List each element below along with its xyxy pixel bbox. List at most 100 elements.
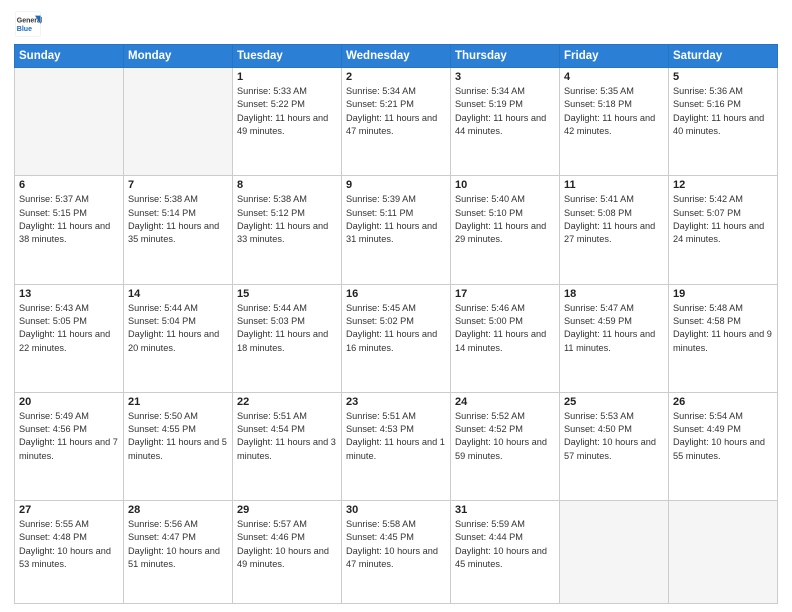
day-info: Sunrise: 5:39 AMSunset: 5:11 PMDaylight:… — [346, 193, 446, 246]
day-number: 27 — [19, 504, 119, 516]
day-info: Sunrise: 5:51 AMSunset: 4:53 PMDaylight:… — [346, 410, 446, 463]
day-number: 21 — [128, 396, 228, 408]
weekday-header-tuesday: Tuesday — [233, 45, 342, 68]
day-number: 22 — [237, 396, 337, 408]
day-info: Sunrise: 5:54 AMSunset: 4:49 PMDaylight:… — [673, 410, 773, 463]
day-info: Sunrise: 5:44 AMSunset: 5:04 PMDaylight:… — [128, 302, 228, 355]
day-number: 31 — [455, 504, 555, 516]
day-number: 19 — [673, 288, 773, 300]
week-row-1: 1 Sunrise: 5:33 AMSunset: 5:22 PMDaylight… — [15, 68, 778, 176]
day-info: Sunrise: 5:49 AMSunset: 4:56 PMDaylight:… — [19, 410, 119, 463]
day-number: 23 — [346, 396, 446, 408]
calendar-cell: 21Sunrise: 5:50 AMSunset: 4:55 PMDayligh… — [124, 392, 233, 500]
day-number: 25 — [564, 396, 664, 408]
header: General Blue — [14, 10, 778, 38]
day-info: Sunrise: 5:55 AMSunset: 4:48 PMDaylight:… — [19, 518, 119, 571]
day-number: 13 — [19, 288, 119, 300]
day-number: 24 — [455, 396, 555, 408]
day-number: 11 — [564, 179, 664, 191]
calendar-cell: 27 Sunrise: 5:55 AMSunset: 4:48 PMDayligh… — [15, 501, 124, 604]
week-row-3: 13 Sunrise: 5:43 AMSunset: 5:05 PMDayligh… — [15, 284, 778, 392]
day-number: 2 — [346, 71, 446, 83]
calendar-cell: 15 Sunrise: 5:44 AMSunset: 5:03 PMDayligh… — [233, 284, 342, 392]
calendar-cell: 17 Sunrise: 5:46 AMSunset: 5:00 PMDayligh… — [451, 284, 560, 392]
calendar-cell: 4 Sunrise: 5:35 AMSunset: 5:18 PMDaylight… — [560, 68, 669, 176]
calendar-cell: 3Sunrise: 5:34 AMSunset: 5:19 PMDaylight… — [451, 68, 560, 176]
weekday-header-friday: Friday — [560, 45, 669, 68]
day-number: 18 — [564, 288, 664, 300]
calendar-cell: 23 Sunrise: 5:51 AMSunset: 4:53 PMDayligh… — [342, 392, 451, 500]
day-info: Sunrise: 5:36 AMSunset: 5:16 PMDaylight:… — [673, 85, 773, 138]
weekday-header-saturday: Saturday — [669, 45, 778, 68]
day-number: 26 — [673, 396, 773, 408]
day-info: Sunrise: 5:44 AMSunset: 5:03 PMDaylight:… — [237, 302, 337, 355]
day-number: 29 — [237, 504, 337, 516]
day-info: Sunrise: 5:52 AMSunset: 4:52 PMDaylight:… — [455, 410, 555, 463]
calendar-cell: 20Sunrise: 5:49 AMSunset: 4:56 PMDayligh… — [15, 392, 124, 500]
day-info: Sunrise: 5:57 AMSunset: 4:46 PMDaylight:… — [237, 518, 337, 571]
calendar-cell: 2 Sunrise: 5:34 AMSunset: 5:21 PMDaylight… — [342, 68, 451, 176]
calendar-cell: 25 Sunrise: 5:53 AMSunset: 4:50 PMDayligh… — [560, 392, 669, 500]
calendar-cell: 7 Sunrise: 5:38 AMSunset: 5:14 PMDaylight… — [124, 176, 233, 284]
day-info: Sunrise: 5:51 AMSunset: 4:54 PMDaylight:… — [237, 410, 337, 463]
calendar-cell: 16 Sunrise: 5:45 AMSunset: 5:02 PMDayligh… — [342, 284, 451, 392]
day-info: Sunrise: 5:45 AMSunset: 5:02 PMDaylight:… — [346, 302, 446, 355]
day-number: 7 — [128, 179, 228, 191]
calendar-cell: 30Sunrise: 5:58 AMSunset: 4:45 PMDayligh… — [342, 501, 451, 604]
svg-text:Blue: Blue — [17, 26, 32, 33]
page: General Blue SundayMondayTuesdayWednesda… — [0, 0, 792, 612]
calendar-cell: 28Sunrise: 5:56 AMSunset: 4:47 PMDayligh… — [124, 501, 233, 604]
day-number: 9 — [346, 179, 446, 191]
day-info: Sunrise: 5:48 AMSunset: 4:58 PMDaylight:… — [673, 302, 773, 355]
calendar-cell: 13 Sunrise: 5:43 AMSunset: 5:05 PMDayligh… — [15, 284, 124, 392]
general-blue-icon: General Blue — [14, 10, 42, 38]
calendar-cell: 31 Sunrise: 5:59 AMSunset: 4:44 PMDayligh… — [451, 501, 560, 604]
day-number: 4 — [564, 71, 664, 83]
calendar-cell: 8Sunrise: 5:38 AMSunset: 5:12 PMDaylight… — [233, 176, 342, 284]
day-number: 16 — [346, 288, 446, 300]
calendar-cell: 6 Sunrise: 5:37 AMSunset: 5:15 PMDaylight… — [15, 176, 124, 284]
week-row-4: 20Sunrise: 5:49 AMSunset: 4:56 PMDayligh… — [15, 392, 778, 500]
weekday-header-wednesday: Wednesday — [342, 45, 451, 68]
weekday-header-row: SundayMondayTuesdayWednesdayThursdayFrid… — [15, 45, 778, 68]
day-info: Sunrise: 5:43 AMSunset: 5:05 PMDaylight:… — [19, 302, 119, 355]
day-number: 6 — [19, 179, 119, 191]
calendar-cell: 1 Sunrise: 5:33 AMSunset: 5:22 PMDaylight… — [233, 68, 342, 176]
day-number: 15 — [237, 288, 337, 300]
day-number: 14 — [128, 288, 228, 300]
calendar-cell — [15, 68, 124, 176]
week-row-2: 6 Sunrise: 5:37 AMSunset: 5:15 PMDaylight… — [15, 176, 778, 284]
day-info: Sunrise: 5:53 AMSunset: 4:50 PMDaylight:… — [564, 410, 664, 463]
day-number: 10 — [455, 179, 555, 191]
day-info: Sunrise: 5:33 AMSunset: 5:22 PMDaylight:… — [237, 85, 337, 138]
day-info: Sunrise: 5:59 AMSunset: 4:44 PMDaylight:… — [455, 518, 555, 571]
weekday-header-thursday: Thursday — [451, 45, 560, 68]
day-info: Sunrise: 5:46 AMSunset: 5:00 PMDaylight:… — [455, 302, 555, 355]
calendar-cell: 14 Sunrise: 5:44 AMSunset: 5:04 PMDayligh… — [124, 284, 233, 392]
day-info: Sunrise: 5:42 AMSunset: 5:07 PMDaylight:… — [673, 193, 773, 246]
day-number: 1 — [237, 71, 337, 83]
calendar-cell: 26 Sunrise: 5:54 AMSunset: 4:49 PMDayligh… — [669, 392, 778, 500]
calendar-cell — [669, 501, 778, 604]
day-info: Sunrise: 5:34 AMSunset: 5:21 PMDaylight:… — [346, 85, 446, 138]
day-info: Sunrise: 5:35 AMSunset: 5:18 PMDaylight:… — [564, 85, 664, 138]
day-info: Sunrise: 5:56 AMSunset: 4:47 PMDaylight:… — [128, 518, 228, 571]
logo: General Blue — [14, 10, 46, 38]
day-info: Sunrise: 5:40 AMSunset: 5:10 PMDaylight:… — [455, 193, 555, 246]
calendar-cell: 29 Sunrise: 5:57 AMSunset: 4:46 PMDayligh… — [233, 501, 342, 604]
calendar-cell: 11Sunrise: 5:41 AMSunset: 5:08 PMDayligh… — [560, 176, 669, 284]
calendar-cell — [124, 68, 233, 176]
week-row-5: 27 Sunrise: 5:55 AMSunset: 4:48 PMDayligh… — [15, 501, 778, 604]
day-number: 17 — [455, 288, 555, 300]
calendar-cell — [560, 501, 669, 604]
day-info: Sunrise: 5:38 AMSunset: 5:12 PMDaylight:… — [237, 193, 337, 246]
calendar-cell: 5Sunrise: 5:36 AMSunset: 5:16 PMDaylight… — [669, 68, 778, 176]
day-info: Sunrise: 5:38 AMSunset: 5:14 PMDaylight:… — [128, 193, 228, 246]
day-number: 12 — [673, 179, 773, 191]
calendar-table: SundayMondayTuesdayWednesdayThursdayFrid… — [14, 44, 778, 604]
day-info: Sunrise: 5:47 AMSunset: 4:59 PMDaylight:… — [564, 302, 664, 355]
calendar-cell: 10 Sunrise: 5:40 AMSunset: 5:10 PMDayligh… — [451, 176, 560, 284]
calendar-cell: 24 Sunrise: 5:52 AMSunset: 4:52 PMDayligh… — [451, 392, 560, 500]
calendar-cell: 19 Sunrise: 5:48 AMSunset: 4:58 PMDayligh… — [669, 284, 778, 392]
day-info: Sunrise: 5:37 AMSunset: 5:15 PMDaylight:… — [19, 193, 119, 246]
